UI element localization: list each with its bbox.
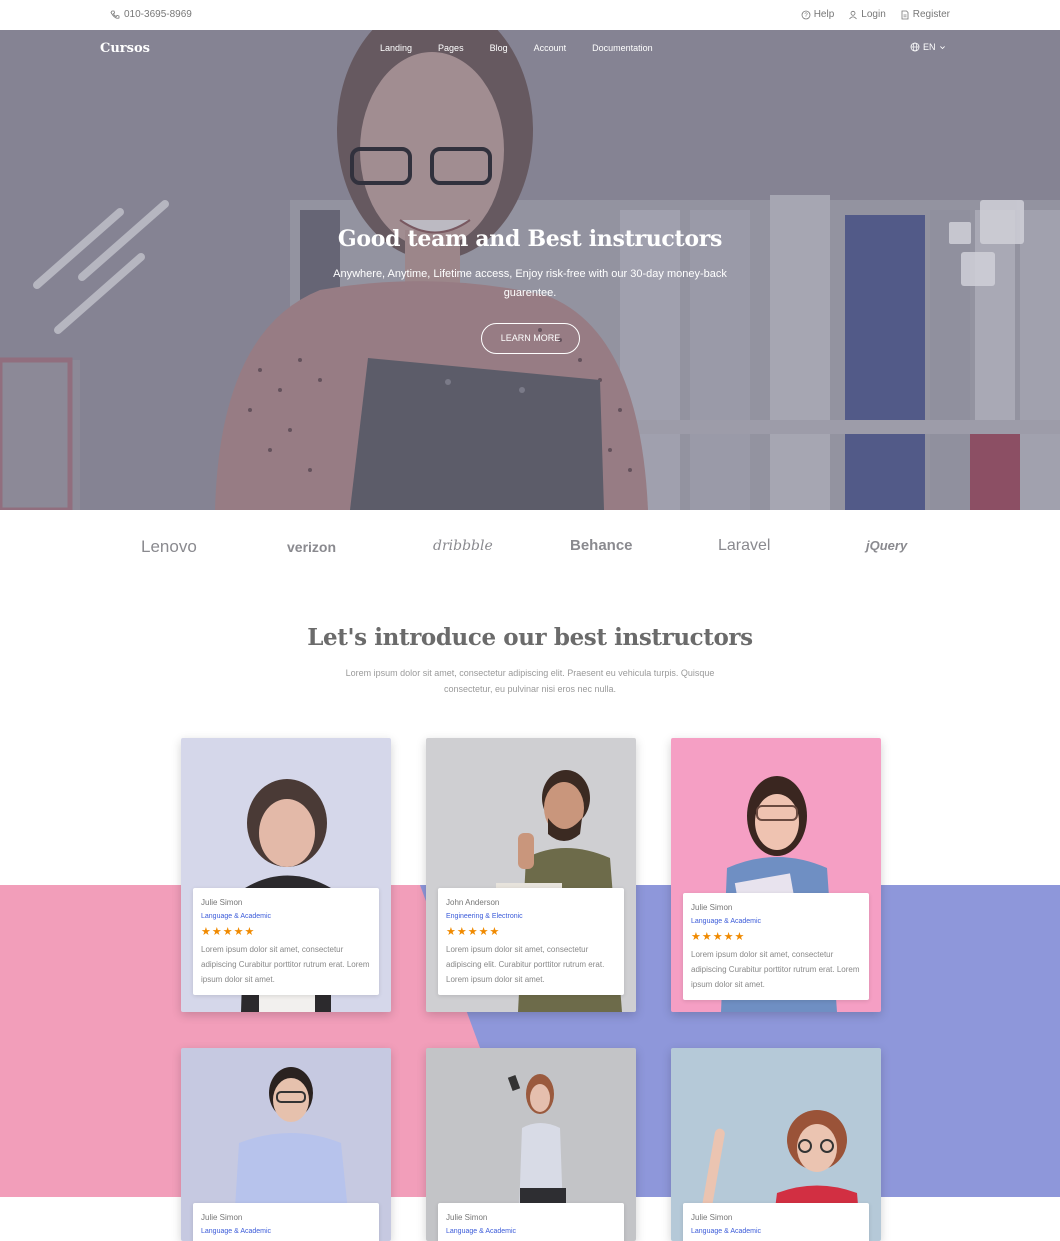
language-selector[interactable]: EN bbox=[910, 42, 946, 52]
instructor-description: Lorem ipsum dolor sit amet, consectetur … bbox=[201, 945, 370, 984]
chevron-down-icon bbox=[939, 45, 945, 49]
rating-stars: ★★★★★ bbox=[201, 926, 256, 938]
phone-contact[interactable]: 010-3695-8969 bbox=[110, 9, 192, 20]
instructor-name: Julie Simon bbox=[446, 1213, 488, 1222]
login-link[interactable]: Login bbox=[848, 9, 886, 20]
globe-icon bbox=[910, 42, 920, 52]
user-icon bbox=[849, 10, 858, 19]
document-icon bbox=[901, 10, 909, 19]
help-label: Help bbox=[813, 9, 835, 20]
hero-subtitle: Anywhere, Anytime, Lifetime access, Enjo… bbox=[333, 268, 727, 299]
main-nav: Cursos Landing Pages Blog Account Docume… bbox=[0, 30, 1060, 66]
instructor-card[interactable]: Julie Simon Language & Academic bbox=[426, 1048, 636, 1241]
instructor-category[interactable]: Engineering & Electronic bbox=[446, 913, 616, 920]
dribbble-logo: dribbble bbox=[433, 538, 493, 554]
rating-stars: ★★★★★ bbox=[446, 926, 501, 938]
instructor-card[interactable]: John Anderson Engineering & Electronic ★… bbox=[426, 738, 636, 1012]
instructor-card[interactable]: Julie Simon Language & Academic ★★★★★ Lo… bbox=[671, 738, 881, 1012]
instructor-info: Julie Simon Language & Academic bbox=[438, 1203, 624, 1241]
instructor-category[interactable]: Language & Academic bbox=[201, 1228, 371, 1235]
nav-documentation[interactable]: Documentation bbox=[592, 43, 653, 53]
instructor-info: Julie Simon Language & Academic bbox=[683, 1203, 869, 1241]
instructor-card[interactable]: Julie Simon Language & Academic ★★★★★ Lo… bbox=[181, 738, 391, 1012]
learn-more-button[interactable]: LEARN MORE bbox=[481, 323, 580, 354]
help-icon: ? bbox=[801, 10, 811, 19]
nav-blog[interactable]: Blog bbox=[490, 43, 508, 53]
instructor-name: Julie Simon bbox=[691, 903, 733, 912]
language-label: EN bbox=[923, 42, 936, 52]
laravel-logo: Laravel bbox=[718, 537, 771, 554]
phone-number: 010-3695-8969 bbox=[124, 9, 192, 20]
jquery-logo: jQuery bbox=[866, 538, 908, 553]
instructor-info: John Anderson Engineering & Electronic ★… bbox=[438, 888, 624, 995]
instructor-description: Lorem ipsum dolor sit amet, consectetur … bbox=[446, 945, 605, 984]
instructor-name: Julie Simon bbox=[201, 898, 243, 907]
instructor-category[interactable]: Language & Academic bbox=[446, 1228, 616, 1235]
nav-landing[interactable]: Landing bbox=[380, 43, 412, 53]
instructor-card[interactable]: Julie Simon Language & Academic bbox=[671, 1048, 881, 1241]
instructor-name: Julie Simon bbox=[201, 1213, 243, 1222]
instructor-name: John Anderson bbox=[446, 898, 500, 907]
instructor-info: Julie Simon Language & Academic bbox=[193, 1203, 379, 1241]
rating-stars: ★★★★★ bbox=[691, 931, 746, 943]
instructor-category[interactable]: Language & Academic bbox=[691, 1228, 861, 1235]
instructor-info: Julie Simon Language & Academic ★★★★★ Lo… bbox=[683, 893, 869, 1000]
login-label: Login bbox=[861, 9, 886, 20]
nav-account[interactable]: Account bbox=[534, 43, 567, 53]
hero-title: Good team and Best instructors bbox=[337, 226, 723, 252]
instructor-description: Lorem ipsum dolor sit amet, consectetur … bbox=[691, 950, 860, 989]
brand-logo[interactable]: Cursos bbox=[100, 41, 150, 56]
help-link[interactable]: ? Help bbox=[801, 9, 835, 20]
register-label: Register bbox=[912, 9, 950, 20]
verizon-logo: verizon bbox=[287, 539, 337, 555]
instructor-category[interactable]: Language & Academic bbox=[201, 913, 371, 920]
behance-logo: Behance bbox=[570, 537, 633, 554]
register-link[interactable]: Register bbox=[900, 9, 950, 20]
partner-logos: Lenovo verizon dribbble Behance Laravel … bbox=[0, 510, 1060, 580]
instructor-category[interactable]: Language & Academic bbox=[691, 918, 861, 925]
section-subtitle: Lorem ipsum dolor sit amet, consectetur … bbox=[345, 668, 715, 694]
instructor-card[interactable]: Julie Simon Language & Academic bbox=[181, 1048, 391, 1241]
instructor-info: Julie Simon Language & Academic ★★★★★ Lo… bbox=[193, 888, 379, 995]
instructor-name: Julie Simon bbox=[691, 1213, 733, 1222]
phone-icon bbox=[110, 10, 120, 19]
top-bar: 010-3695-8969 ? Help Login Register bbox=[0, 0, 1060, 30]
hero-section: Cursos Landing Pages Blog Account Docume… bbox=[0, 30, 1060, 510]
lenovo-logo: Lenovo bbox=[141, 537, 197, 556]
nav-pages[interactable]: Pages bbox=[438, 43, 464, 53]
section-title: Let's introduce our best instructors bbox=[307, 624, 753, 651]
